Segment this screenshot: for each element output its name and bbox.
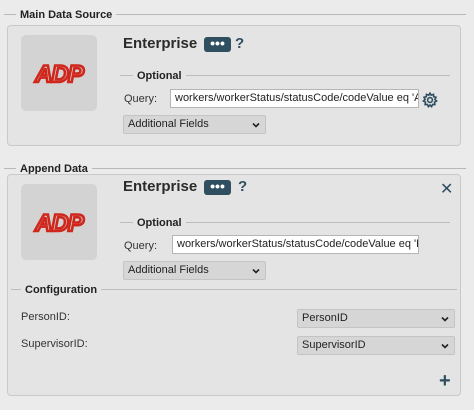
close-icon[interactable]: ✕ bbox=[440, 182, 453, 198]
supervisor-id-select[interactable]: SupervisorID bbox=[297, 336, 455, 355]
svg-text:ADP: ADP bbox=[34, 210, 85, 237]
configuration-title: Configuration bbox=[21, 283, 102, 297]
append-query-input[interactable]: workers/workerStatus/statusCode/codeValu… bbox=[172, 235, 419, 254]
main-additional-fields-label: Additional Fields bbox=[128, 118, 209, 130]
supervisor-id-value: SupervisorID bbox=[302, 339, 366, 351]
main-more-button[interactable]: ••• bbox=[204, 36, 231, 52]
append-source-panel: ADP Enterprise ••• ? ✕ Optional Query: w… bbox=[7, 174, 461, 396]
main-help-icon[interactable]: ? bbox=[235, 35, 244, 53]
append-additional-fields-label: Additional Fields bbox=[128, 264, 209, 276]
plus-icon[interactable]: + bbox=[439, 371, 451, 391]
chevron-down-icon bbox=[441, 343, 449, 349]
append-optional-title: Optional bbox=[133, 216, 186, 230]
chevron-down-icon bbox=[441, 316, 449, 322]
supervisor-id-label: SupervisorID: bbox=[21, 338, 88, 350]
main-source-panel: ADP Enterprise ••• ? Optional Query: wor… bbox=[7, 25, 461, 146]
person-id-value: PersonID bbox=[302, 312, 348, 324]
person-id-label: PersonID: bbox=[21, 311, 70, 323]
append-query-label: Query: bbox=[124, 240, 158, 252]
append-more-button[interactable]: ••• bbox=[204, 179, 231, 195]
append-logo-tile: ADP bbox=[21, 184, 97, 260]
adp-logo: ADP bbox=[33, 209, 87, 237]
main-query-input[interactable]: workers/workerStatus/statusCode/codeValu… bbox=[170, 89, 419, 108]
main-logo-tile: ADP bbox=[21, 35, 97, 111]
person-id-select[interactable]: PersonID bbox=[297, 309, 455, 328]
gear-icon[interactable] bbox=[422, 92, 438, 108]
chevron-down-icon bbox=[252, 122, 260, 128]
append-source-name: Enterprise bbox=[123, 178, 198, 195]
main-additional-fields-select[interactable]: Additional Fields bbox=[123, 115, 266, 134]
main-query-label: Query: bbox=[124, 93, 158, 105]
adp-logo: ADP bbox=[33, 60, 87, 88]
main-source-name: Enterprise bbox=[123, 35, 198, 52]
chevron-down-icon bbox=[252, 268, 260, 274]
svg-text:ADP: ADP bbox=[34, 61, 85, 88]
append-additional-fields-select[interactable]: Additional Fields bbox=[123, 261, 266, 280]
main-section-title: Main Data Source bbox=[16, 8, 117, 22]
main-optional-title: Optional bbox=[133, 69, 186, 83]
append-help-icon[interactable]: ? bbox=[238, 178, 247, 196]
